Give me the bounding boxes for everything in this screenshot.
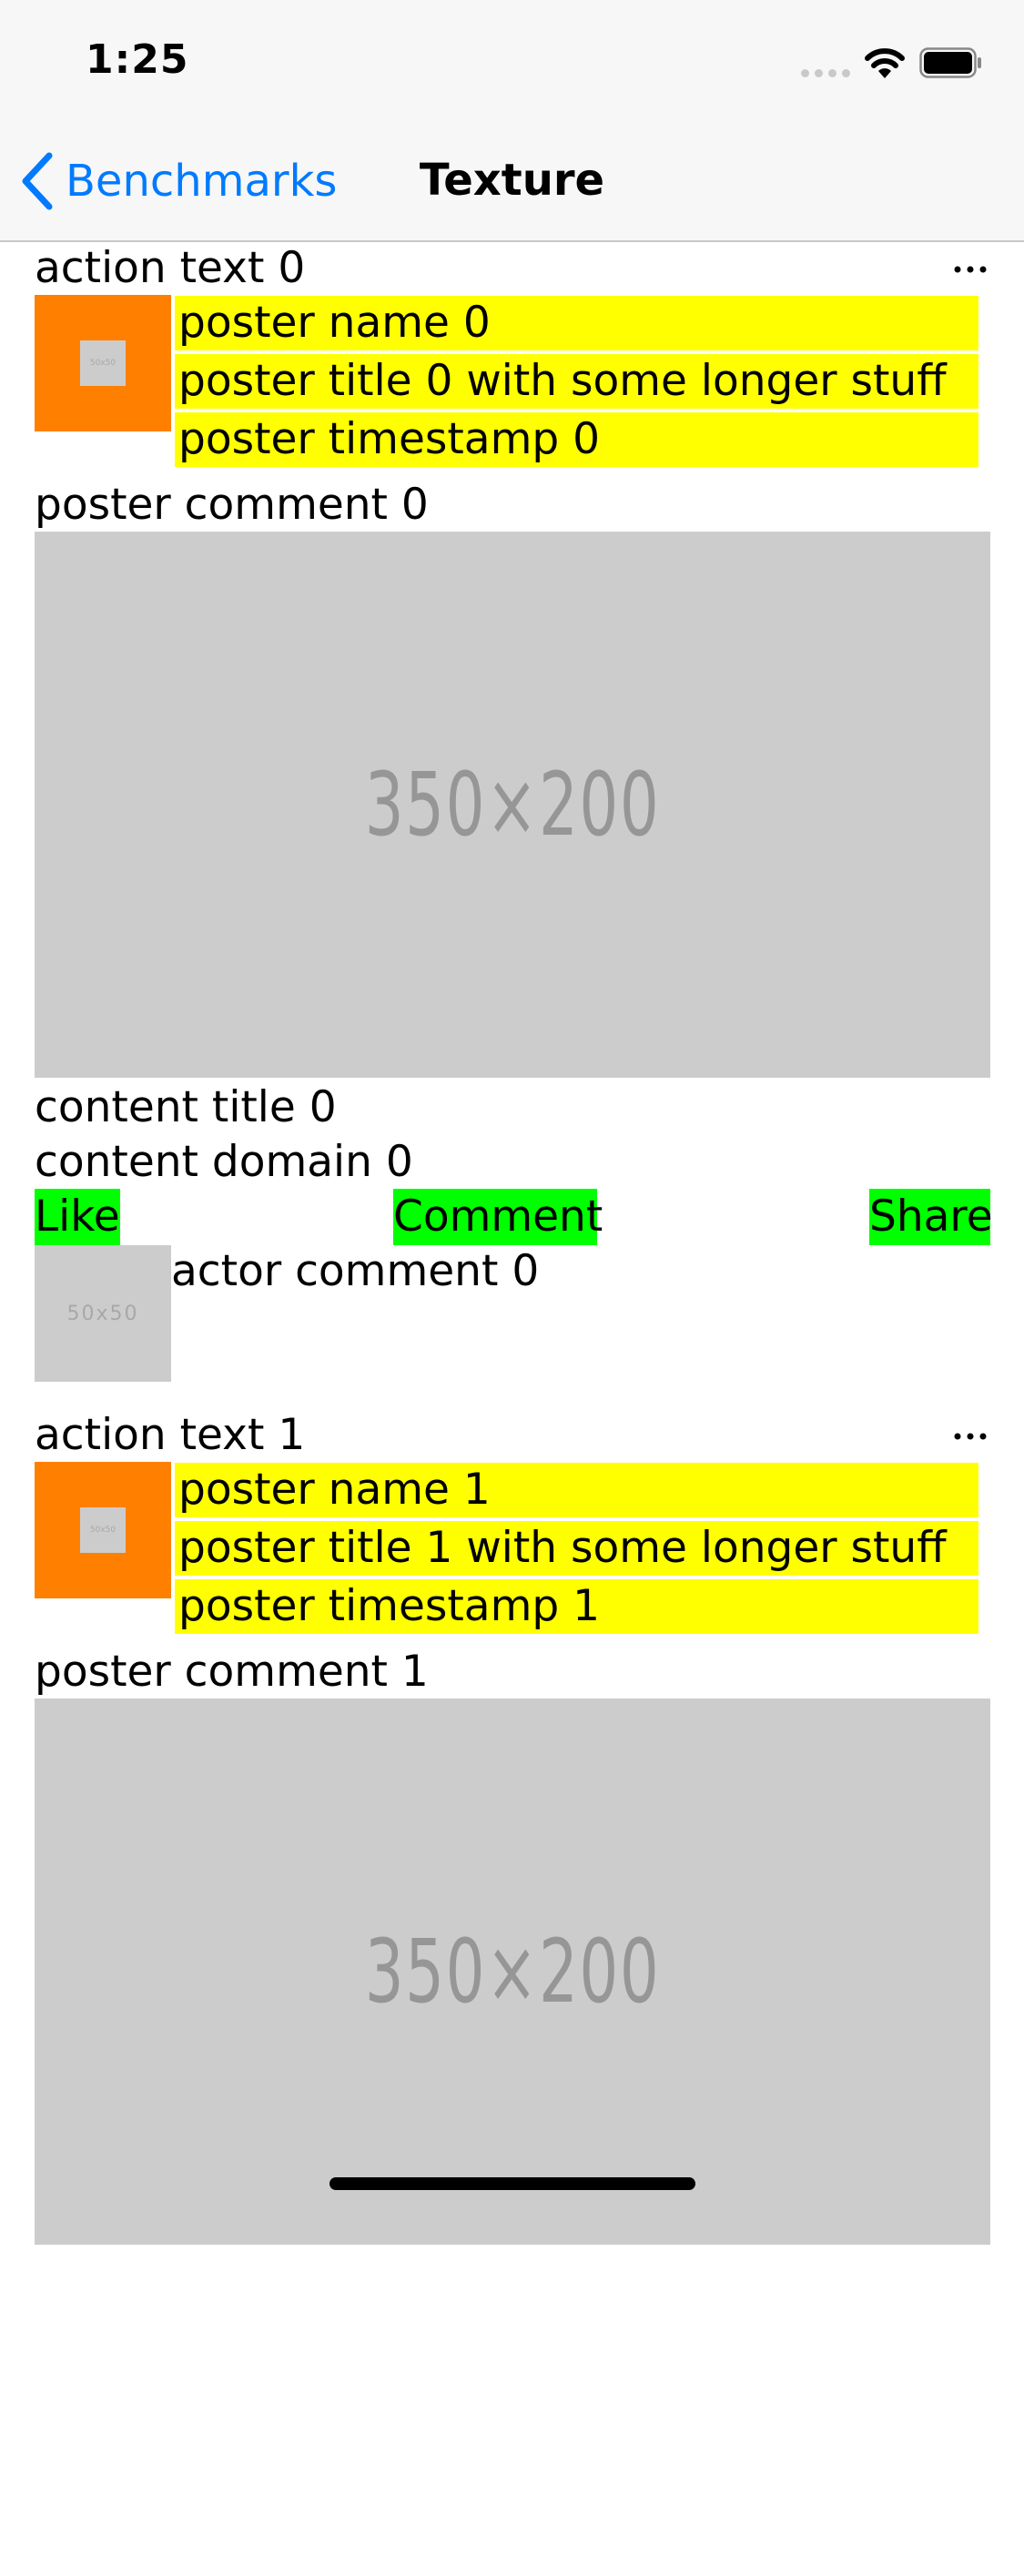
content-image-placeholder-label: 350×200: [364, 754, 661, 856]
status-bar: 1:25: [0, 0, 1024, 120]
navigation-bar: Benchmarks Texture: [0, 120, 1024, 242]
content-domain: content domain 0: [35, 1137, 413, 1187]
action-text: action text 0: [35, 243, 306, 293]
feed-list[interactable]: action text 0 50x50 poster name 0 poster…: [0, 242, 1024, 2576]
content-image-placeholder-label: 350×200: [364, 1921, 661, 2023]
actor-avatar[interactable]: 50x50: [35, 1245, 171, 1382]
poster-avatar[interactable]: 50x50: [35, 1462, 171, 1598]
action-text: action text 1: [35, 1410, 306, 1460]
content-image[interactable]: 350×200: [35, 532, 990, 1078]
more-options-button[interactable]: [952, 1427, 989, 1445]
feed-item: action text 0 50x50 poster name 0 poster…: [0, 242, 1024, 1409]
poster-name[interactable]: poster name 0: [175, 296, 978, 350]
wifi-icon: [865, 48, 905, 78]
poster-title: poster title 1 with some longer stuff: [175, 1521, 978, 1576]
actor-comment: actor comment 0: [171, 1246, 540, 1296]
page-title: Texture: [419, 155, 605, 206]
like-button[interactable]: Like: [35, 1189, 120, 1245]
home-indicator[interactable]: [330, 2177, 695, 2190]
content-title[interactable]: content title 0: [35, 1081, 337, 1134]
cellular-signal-icon: [801, 69, 852, 78]
poster-timestamp: poster timestamp 0: [175, 412, 978, 467]
poster-comment: poster comment 0: [35, 480, 429, 530]
poster-timestamp: poster timestamp 1: [175, 1579, 978, 1634]
battery-icon: [919, 47, 981, 78]
more-options-button[interactable]: [952, 260, 989, 279]
poster-avatar[interactable]: 50x50: [35, 295, 171, 431]
content-image[interactable]: 350×200: [35, 1699, 990, 2245]
avatar-placeholder-image: 50x50: [80, 340, 126, 386]
poster-comment: poster comment 1: [35, 1647, 429, 1697]
feed-item: action text 1 50x50 poster name 1 poster…: [0, 1409, 1024, 2576]
status-time: 1:25: [86, 36, 189, 83]
poster-title: poster title 0 with some longer stuff: [175, 354, 978, 409]
comment-button[interactable]: Comment: [393, 1189, 603, 1245]
share-button[interactable]: Share: [869, 1189, 993, 1245]
poster-name[interactable]: poster name 1: [175, 1463, 978, 1517]
avatar-placeholder-image: 50x50: [80, 1507, 126, 1553]
